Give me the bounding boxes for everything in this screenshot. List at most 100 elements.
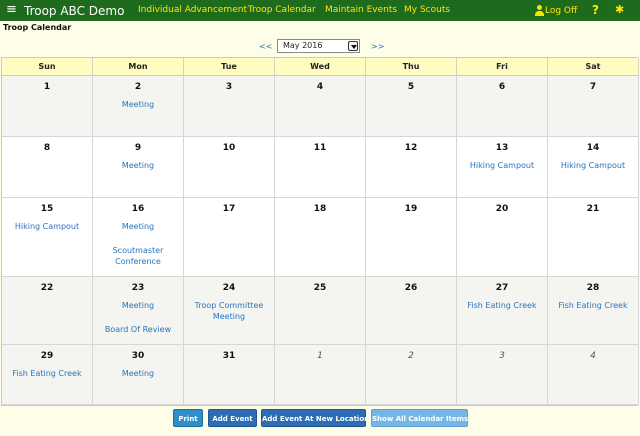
calendar-day-cell[interactable]: 23 Meeting Board Of Review [93,277,184,345]
calendar-day-cell[interactable]: 26 [366,277,457,345]
day-number: 23 [131,283,145,293]
day-number: 16 [131,204,145,214]
calendar-day-cell[interactable]: 24 Troop Committee Meeting [184,277,275,345]
nav-maintain-events[interactable]: Maintain Events [325,4,397,16]
prev-month-link[interactable]: << [259,42,272,52]
calendar-day-cell[interactable]: 14 Hiking Campout [548,137,639,198]
day-number: 9 [134,143,142,153]
calendar-day-cell[interactable]: 29 Fish Eating Creek [2,345,93,405]
day-number: 21 [586,204,600,214]
nav-individual-advancement[interactable]: Individual Advancement [138,4,247,16]
calendar-event-link[interactable]: Fish Eating Creek [548,300,638,311]
day-number: 22 [40,283,54,293]
calendar-day-cell[interactable]: 8 [2,137,93,198]
weekday-header: Thu [366,58,457,76]
calendar-day-cell[interactable]: 11 [275,137,366,198]
next-month-link[interactable]: >> [371,42,384,52]
app-title[interactable]: Troop ABC Demo [24,3,124,19]
calendar-event-link[interactable]: Meeting [93,221,183,232]
logoff-label: Log Off [545,6,578,16]
calendar-day-cell[interactable]: 19 [366,198,457,277]
calendar-day-cell[interactable]: 1 [275,345,366,405]
calendar-day-cell[interactable]: 5 [366,76,457,137]
day-number: 18 [313,204,327,214]
day-number: 1 [43,82,51,92]
weekday-header: Fri [457,58,548,76]
add-event-button[interactable]: Add Event [208,409,257,427]
calendar-day-cell[interactable]: 10 [184,137,275,198]
calendar-grid: Sun Mon Tue Wed Thu Fri Sat 1 2 Meeting 3 4 5 6 7 8 9 Mee… [1,57,639,406]
calendar-day-cell[interactable]: 7 [548,76,639,137]
page-title: Troop Calendar [3,23,72,32]
nav-troop-calendar[interactable]: Troop Calendar [248,4,316,16]
month-select[interactable]: May 2016 [277,39,360,53]
calendar-day-cell[interactable]: 17 [184,198,275,277]
day-number: 26 [404,283,418,293]
day-number: 2 [408,351,414,361]
help-icon[interactable]: ? [592,3,599,17]
calendar-event-link[interactable]: Fish Eating Creek [457,300,547,311]
calendar-event-link[interactable]: Fish Eating Creek [2,368,92,379]
day-number: 3 [499,351,505,361]
calendar-day-cell[interactable]: 25 [275,277,366,345]
calendar-day-cell[interactable]: 12 [366,137,457,198]
calendar-day-cell[interactable]: 30 Meeting [93,345,184,405]
calendar-event-link[interactable]: Meeting [93,99,183,110]
day-number: 30 [131,351,145,361]
selected-month: May 2016 [283,41,323,50]
day-number: 28 [586,283,600,293]
calendar-event-link[interactable]: Meeting [93,368,183,379]
show-all-calendar-items-button[interactable]: Show All Calendar Items [371,409,468,427]
weekday-header: Wed [275,58,366,76]
calendar-event-link[interactable]: Hiking Campout [2,221,92,232]
calendar-day-cell[interactable]: 4 [275,76,366,137]
calendar-event-link[interactable]: Board Of Review [93,324,183,335]
add-event-at-new-location-button[interactable]: Add Event At New Location [261,409,369,427]
calendar-day-cell[interactable]: 6 [457,76,548,137]
calendar-day-cell[interactable]: 13 Hiking Campout [457,137,548,198]
calendar-day-cell[interactable]: 15 Hiking Campout [2,198,93,277]
calendar-day-cell[interactable]: 22 [2,277,93,345]
day-number: 6 [498,82,506,92]
day-number: 2 [134,82,142,92]
day-number: 7 [589,82,597,92]
logoff-link[interactable]: Log Off [535,5,577,17]
calendar-day-cell[interactable]: 28 Fish Eating Creek [548,277,639,345]
day-number: 27 [495,283,509,293]
calendar-day-cell[interactable]: 3 [457,345,548,405]
calendar-event-link[interactable]: Hiking Campout [457,160,547,171]
day-number: 31 [222,351,236,361]
calendar-day-cell[interactable]: 1 [2,76,93,137]
gear-icon[interactable]: ✱ [615,3,624,17]
calendar-day-cell[interactable]: 2 [366,345,457,405]
day-number: 3 [225,82,233,92]
calendar-day-cell[interactable]: 4 [548,345,639,405]
weekday-header: Sat [548,58,639,76]
nav-my-scouts[interactable]: My Scouts [404,4,450,16]
calendar-event-link[interactable]: Scoutmaster Conference [93,245,183,267]
calendar-day-cell[interactable]: 9 Meeting [93,137,184,198]
day-number: 10 [222,143,236,153]
calendar-day-cell[interactable]: 2 Meeting [93,76,184,137]
day-number: 15 [40,204,54,214]
day-number: 11 [313,143,327,153]
calendar-day-cell[interactable]: 20 [457,198,548,277]
day-number: 25 [313,283,327,293]
calendar-event-link[interactable]: Meeting [93,160,183,171]
calendar-event-link[interactable]: Hiking Campout [548,160,638,171]
calendar-event-link[interactable]: Meeting [93,300,183,311]
calendar-event-link[interactable]: Troop Committee Meeting [184,300,274,322]
calendar-day-cell[interactable]: 31 [184,345,275,405]
weekday-header: Tue [184,58,275,76]
calendar-day-cell[interactable]: 21 [548,198,639,277]
user-icon [535,5,544,16]
calendar-day-cell[interactable]: 16 Meeting Scoutmaster Conference [93,198,184,277]
calendar-day-cell[interactable]: 18 [275,198,366,277]
calendar-day-cell[interactable]: 27 Fish Eating Creek [457,277,548,345]
day-number: 17 [222,204,236,214]
top-navigation-bar: ≡ Troop ABC Demo Individual Advancement … [0,0,640,21]
calendar-day-cell[interactable]: 3 [184,76,275,137]
day-number: 12 [404,143,418,153]
print-button[interactable]: Print [173,409,203,427]
hamburger-icon[interactable]: ≡ [6,2,17,18]
